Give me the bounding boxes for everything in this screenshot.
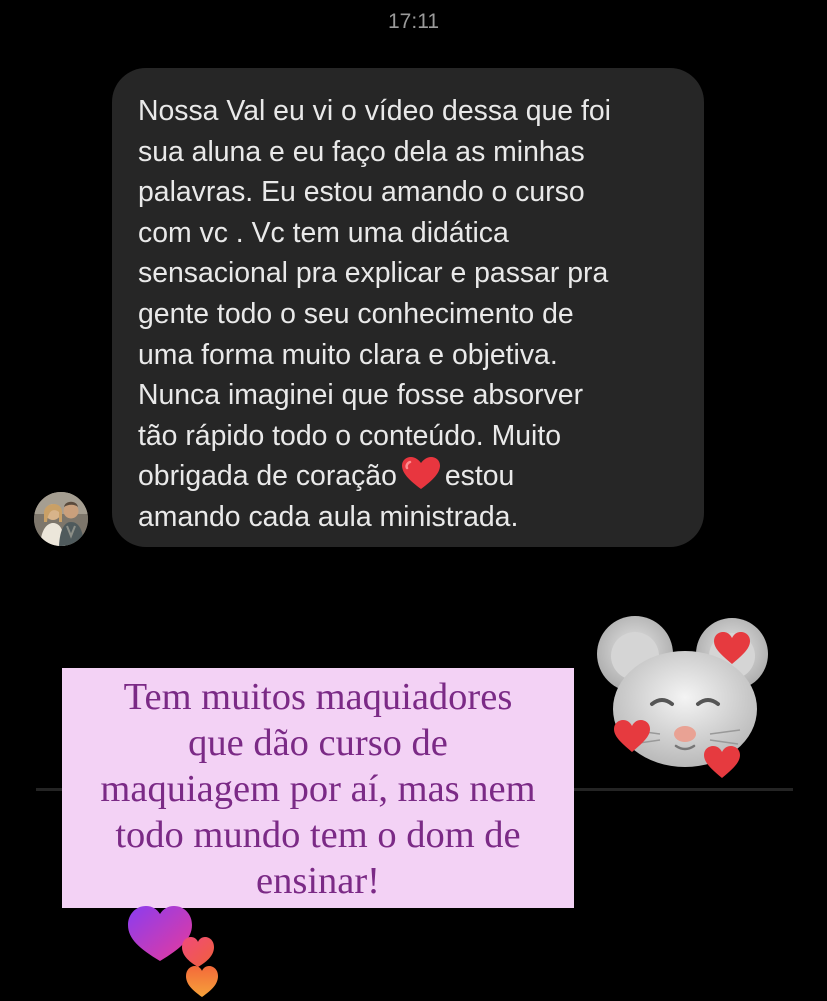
message-line: estou — [444, 460, 515, 493]
message-line: uma forma muito clara e objetiva. — [138, 338, 558, 371]
caption-line: ensinar! — [256, 860, 380, 902]
gradient-hearts-sticker — [120, 895, 230, 1000]
message-line: Nossa Val eu vi o vídeo dessa que foi — [138, 95, 611, 127]
message-line: tão rápido todo o conteúdo. Muito — [138, 419, 562, 452]
message-line: palavras. Eu estou amando o curso — [138, 176, 585, 209]
message-line: amando cada aula ministrada. — [138, 500, 519, 533]
message-line: com vc . Vc tem uma didática — [138, 216, 509, 249]
caption-line: todo mundo tem o dom de — [115, 814, 521, 856]
message-timestamp: 17:11 — [388, 10, 439, 33]
caption-line: Tem muitos maquiadores — [123, 676, 513, 718]
red-heart-icon — [401, 456, 441, 490]
caption-line: maquiagem por aí, mas nem — [100, 768, 536, 810]
story-caption-text: Tem muitos maquiadores que dão curso de … — [62, 674, 574, 904]
message-line: sua aluna e eu faço dela as minhas — [138, 135, 585, 168]
message-text: Nossa Val eu vi o vídeo dessa que foi su… — [138, 91, 678, 538]
message-line: sensacional pra explicar e passar pra — [138, 257, 609, 290]
message-line: obrigada de coração — [138, 460, 397, 493]
sender-avatar[interactable] — [34, 492, 88, 546]
story-caption-box: Tem muitos maquiadores que dão curso de … — [62, 668, 574, 908]
message-line: Nunca imaginei que fosse absorver — [138, 379, 584, 412]
chat-screen: 17:11 Nossa Val eu vi o vídeo dessa que … — [0, 0, 827, 1001]
message-line: gente todo o seu conhecimento de — [138, 297, 574, 330]
message-bubble[interactable]: Nossa Val eu vi o vídeo dessa que foi su… — [112, 68, 704, 547]
mouse-memoji-hearts-sticker — [590, 606, 780, 781]
caption-line: que dão curso de — [188, 722, 448, 764]
